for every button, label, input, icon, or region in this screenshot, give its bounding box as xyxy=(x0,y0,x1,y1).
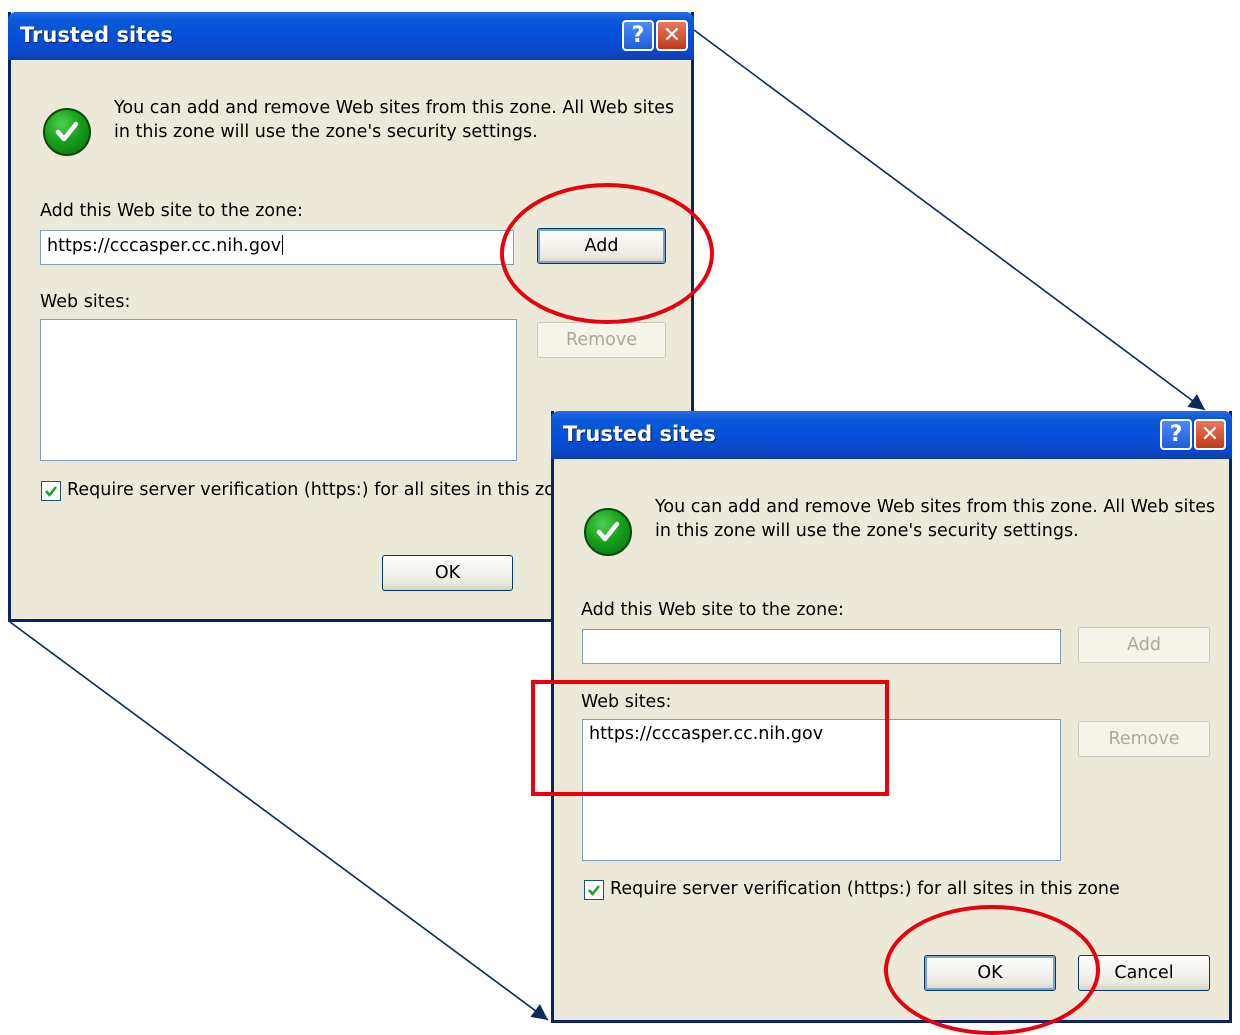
info-line-1: You can add and remove Web sites from th… xyxy=(655,497,1216,517)
text-caret xyxy=(282,235,284,255)
arrow-bottom-left xyxy=(9,621,549,1021)
add-site-input[interactable] xyxy=(582,629,1061,664)
close-button[interactable]: ✕ xyxy=(656,20,688,51)
close-icon: ✕ xyxy=(662,23,682,48)
dialog-title: Trusted sites xyxy=(563,422,716,446)
help-button[interactable]: ? xyxy=(622,20,654,51)
require-verification-checkbox[interactable] xyxy=(41,481,61,501)
add-site-input-value: https://cccasper.cc.nih.gov xyxy=(47,236,282,256)
title-bar[interactable]: Trusted sites ? ✕ xyxy=(551,411,1232,459)
websites-list[interactable]: https://cccasper.cc.nih.gov xyxy=(582,719,1061,861)
help-button[interactable]: ? xyxy=(1160,419,1192,450)
help-icon: ? xyxy=(631,23,645,48)
info-line-2: in this zone will use the zone's securit… xyxy=(114,122,538,142)
check-icon xyxy=(584,508,632,556)
cancel-button[interactable]: Cancel xyxy=(1078,955,1210,991)
websites-label: Web sites: xyxy=(581,692,672,712)
add-site-input[interactable]: https://cccasper.cc.nih.gov xyxy=(40,230,514,265)
dialog-title: Trusted sites xyxy=(20,23,173,47)
arrow-top-right xyxy=(693,29,1206,411)
add-site-label: Add this Web site to the zone: xyxy=(581,600,844,620)
check-icon xyxy=(43,108,91,156)
require-verification-checkbox[interactable] xyxy=(584,880,604,900)
ok-button[interactable]: OK xyxy=(382,555,513,591)
info-text: You can add and remove Web sites from th… xyxy=(655,495,1215,543)
list-item[interactable]: https://cccasper.cc.nih.gov xyxy=(589,724,1054,744)
trusted-sites-dialog-after: Trusted sites ? ✕ You can add and remove… xyxy=(551,411,1232,1023)
require-verification-label: Require server verification (https:) for… xyxy=(67,480,551,500)
close-button[interactable]: ✕ xyxy=(1194,419,1226,450)
help-icon: ? xyxy=(1169,422,1183,447)
add-site-label: Add this Web site to the zone: xyxy=(40,201,303,221)
dialog-body: You can add and remove Web sites from th… xyxy=(554,459,1229,1020)
title-bar[interactable]: Trusted sites ? ✕ xyxy=(8,12,694,60)
remove-button[interactable]: Remove xyxy=(1078,721,1210,757)
require-verification-label: Require server verification (https:) for… xyxy=(610,879,1120,899)
info-line-1: You can add and remove Web sites from th… xyxy=(114,98,675,118)
add-button[interactable]: Add xyxy=(537,228,666,264)
add-button[interactable]: Add xyxy=(1078,627,1210,663)
remove-button[interactable]: Remove xyxy=(537,322,666,358)
websites-label: Web sites: xyxy=(40,292,131,312)
websites-list[interactable] xyxy=(40,319,517,461)
info-text: You can add and remove Web sites from th… xyxy=(114,96,674,144)
info-line-2: in this zone will use the zone's securit… xyxy=(655,521,1079,541)
ok-button[interactable]: OK xyxy=(924,955,1056,991)
close-icon: ✕ xyxy=(1200,422,1220,447)
